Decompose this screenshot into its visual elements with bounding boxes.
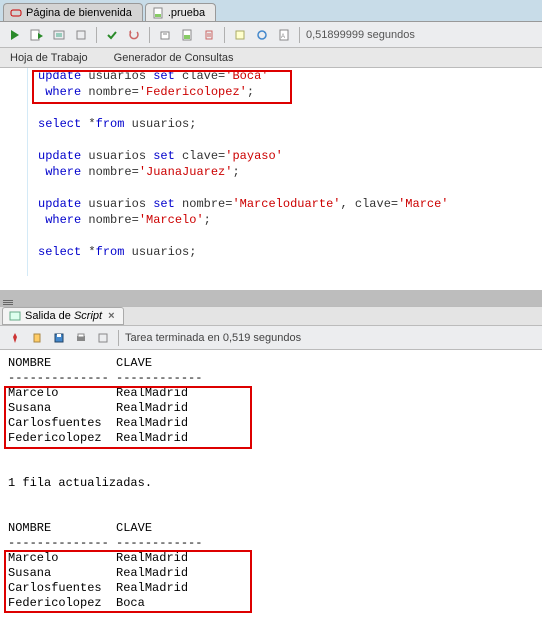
output-tab-script[interactable]: Salida de Script ×	[2, 307, 124, 325]
rollback-button[interactable]	[125, 26, 143, 44]
table-row: Susana RealMadrid	[8, 401, 188, 415]
output-toolbar: Tarea terminada en 0,519 segundos	[0, 326, 542, 350]
splitter-bar[interactable]	[0, 298, 542, 306]
subtab-worksheet[interactable]: Hoja de Trabajo	[4, 49, 94, 67]
explain-plan-button[interactable]	[50, 26, 68, 44]
tab-file-label: .prueba	[168, 7, 205, 19]
refresh-button[interactable]	[253, 26, 271, 44]
output-text: NOMBRE CLAVE -------------- ------------…	[8, 356, 534, 611]
autotrace-button[interactable]	[72, 26, 90, 44]
save-output-button[interactable]	[50, 329, 68, 347]
table-row: Federicolopez Boca	[8, 596, 145, 610]
run-script-button[interactable]	[28, 26, 46, 44]
separator	[96, 27, 97, 43]
separator	[118, 330, 119, 346]
table-row: Marcelo RealMadrid	[8, 551, 188, 565]
tab-welcome[interactable]: Página de bienvenida	[3, 3, 143, 21]
close-output-tab[interactable]: ×	[106, 310, 116, 322]
table-row: Federicolopez RealMadrid	[8, 431, 188, 445]
svg-text:A: A	[281, 34, 285, 40]
table-row: Susana RealMadrid	[8, 566, 188, 580]
worksheet-button[interactable]	[178, 26, 196, 44]
clear-output-button[interactable]	[28, 329, 46, 347]
run-button[interactable]	[6, 26, 24, 44]
clear-button[interactable]	[200, 26, 218, 44]
output-status: Tarea terminada en 0,519 segundos	[125, 332, 301, 344]
history-button[interactable]	[156, 26, 174, 44]
table-row: Marcelo RealMadrid	[8, 386, 188, 400]
print-output-button[interactable]	[72, 329, 90, 347]
format-button[interactable]	[231, 26, 249, 44]
output-tabs: Salida de Script ×	[0, 306, 542, 326]
update-message: 1 fila actualizadas.	[8, 476, 152, 490]
table-row: Carlosfuentes RealMadrid	[8, 416, 188, 430]
main-toolbar: A 0,51899999 segundos	[0, 22, 542, 48]
pin-button[interactable]	[6, 329, 24, 347]
tab-welcome-label: Página de bienvenida	[26, 7, 132, 19]
sql-file-icon	[152, 7, 164, 19]
separator	[224, 27, 225, 43]
oracle-icon	[10, 7, 22, 19]
file-tabs: Página de bienvenida .prueba	[0, 0, 542, 22]
worksheet-subtabs: Hoja de Trabajo Generador de Consultas	[0, 48, 542, 68]
separator	[299, 27, 300, 43]
sql-editor[interactable]: update usuarios set clave='Boca' where n…	[0, 68, 542, 298]
output-tab-label: Salida de Script	[25, 310, 102, 322]
script-output[interactable]: NOMBRE CLAVE -------------- ------------…	[0, 350, 542, 622]
splitter-handle-icon	[3, 299, 13, 305]
format-sql-button[interactable]: A	[275, 26, 293, 44]
script-output-icon	[9, 310, 21, 322]
export-button[interactable]	[94, 329, 112, 347]
execution-time: 0,51899999 segundos	[306, 29, 415, 41]
tab-file[interactable]: .prueba	[145, 3, 216, 21]
subtab-query-builder[interactable]: Generador de Consultas	[108, 49, 240, 67]
commit-button[interactable]	[103, 26, 121, 44]
separator	[149, 27, 150, 43]
table-row: Carlosfuentes RealMadrid	[8, 581, 188, 595]
